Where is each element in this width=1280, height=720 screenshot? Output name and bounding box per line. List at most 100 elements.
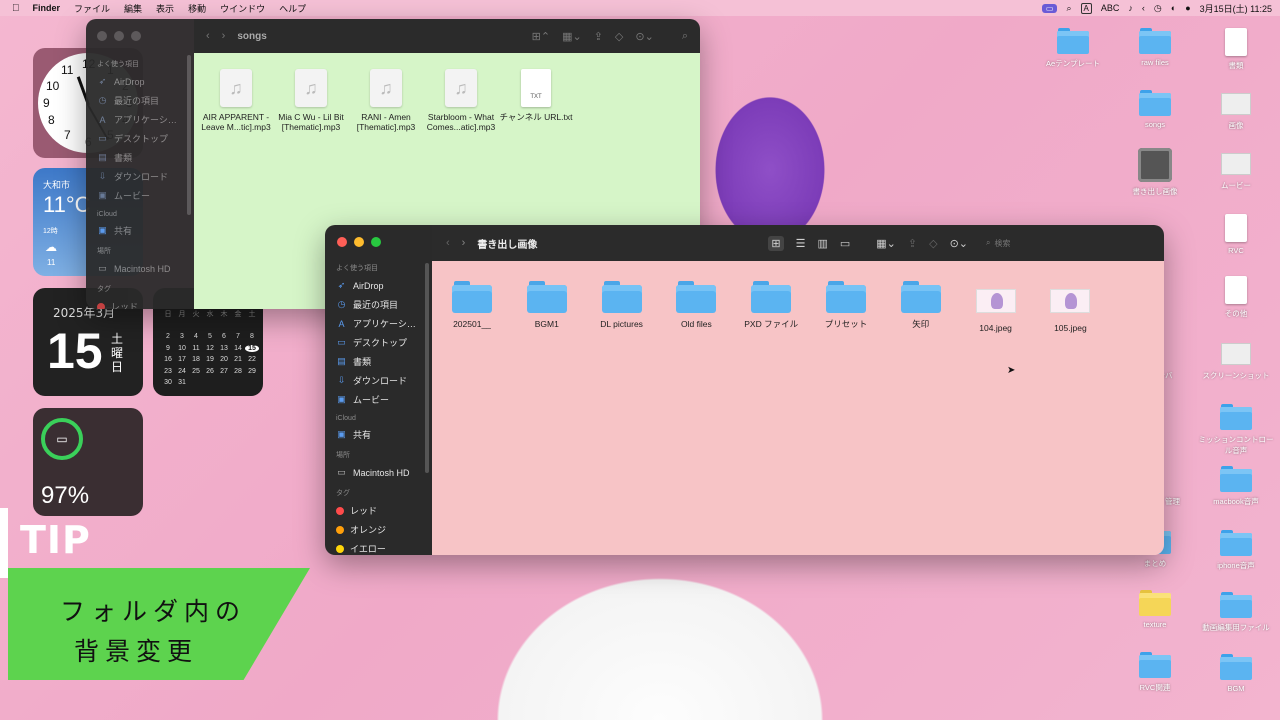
share-icon[interactable]: ⇪ [594, 30, 603, 43]
icon-view-icon[interactable]: ⊞ [768, 235, 784, 251]
sidebar-item-recents[interactable]: ◷ 最近の項目 [325, 295, 432, 314]
sidebar-item-downloads[interactable]: ⇩ ダウンロード [86, 167, 194, 186]
close-button[interactable] [337, 237, 347, 247]
sidebar-item-tag-red[interactable]: レッド [86, 297, 194, 309]
chevron-left-icon[interactable]: ‹ [1142, 3, 1145, 13]
sidebar-item-shared[interactable]: ▣ 共有 [325, 425, 432, 444]
menu-view[interactable]: 表示 [149, 2, 181, 15]
desktop-item[interactable]: 書類 [1198, 28, 1274, 71]
folder-item[interactable]: Old files [658, 281, 734, 329]
desktop-folder[interactable]: songs [1117, 90, 1193, 129]
sidebar-item-tag[interactable]: イエロー [325, 539, 432, 555]
zoom-button[interactable] [371, 237, 381, 247]
desktop-folder[interactable]: Aeテンプレート [1035, 28, 1111, 69]
forward-icon[interactable]: › [462, 237, 466, 249]
spotlight-icon[interactable]: ⌕ [1066, 3, 1071, 14]
sidebar-item-movies[interactable]: ▣ ムービー [325, 390, 432, 409]
desktop-item[interactable]: ムービー [1198, 150, 1274, 191]
column-view-icon[interactable]: ▥ [817, 237, 827, 250]
menu-clock[interactable]: 3月15日(土) 11:25 [1200, 2, 1272, 15]
desktop-item[interactable]: ミッションコントロール音声 [1198, 404, 1274, 456]
file-item[interactable]: ♫ RANI - Amen [Thematic].mp3 [348, 69, 424, 132]
tag-icon[interactable]: ◇ [615, 30, 623, 43]
more-actions-icon[interactable]: ⊙⌄ [950, 237, 968, 250]
menu-file[interactable]: ファイル [67, 2, 117, 15]
sidebar-scrollbar[interactable] [187, 55, 191, 215]
view-grid-icon[interactable]: ⊞⌃ [532, 30, 550, 43]
tag-icon[interactable]: ◇ [929, 237, 937, 250]
folder-item[interactable]: PXD ファイル [733, 281, 809, 329]
desktop-item[interactable]: macbook音声 [1198, 466, 1274, 507]
desktop-folder[interactable]: RVC関連 [1117, 652, 1193, 693]
music-icon[interactable]: ♪ [1128, 3, 1133, 13]
sidebar-item-airdrop[interactable]: ➶ AirDrop [325, 276, 432, 295]
file-area[interactable]: 202501__ BGM1 DL pictures Old files PXD ファイル… [432, 261, 1164, 555]
input-source-label[interactable]: ABC [1101, 3, 1120, 13]
desktop-folder-selected[interactable]: 書き出し画像 [1117, 148, 1193, 197]
apple-menu-icon[interactable]:  [0, 3, 26, 14]
battery-widget[interactable]: ▭ 97% [33, 408, 143, 516]
user-icon[interactable]: ● [1185, 3, 1190, 13]
desktop-item[interactable]: 画像 [1198, 90, 1274, 131]
file-item[interactable]: ♫ Starbloom - What Comes...atic].mp3 [423, 69, 499, 132]
menu-help[interactable]: ヘルプ [272, 2, 313, 15]
list-view-icon[interactable]: ☰ [796, 237, 806, 250]
forward-icon[interactable]: › [222, 30, 226, 42]
sidebar-item-documents[interactable]: ▤ 書類 [325, 352, 432, 371]
desktop-folder[interactable]: raw files [1117, 28, 1193, 67]
share-icon[interactable]: ⇪ [908, 237, 917, 250]
gallery-view-icon[interactable]: ▭ [840, 237, 850, 250]
sidebar-item-desktop[interactable]: ▭ デスクトップ [325, 333, 432, 352]
sidebar-item-downloads[interactable]: ⇩ ダウンロード [325, 371, 432, 390]
control-center-icon[interactable]: ◐ [1171, 3, 1176, 13]
folder-item[interactable]: 202501__ [434, 281, 510, 329]
sidebar-item-desktop[interactable]: ▭ デスクトップ [86, 129, 194, 148]
menu-app-name[interactable]: Finder [26, 3, 68, 13]
folder-item[interactable]: DL pictures [584, 281, 660, 329]
sidebar-item-tag[interactable]: レッド [325, 501, 432, 520]
desktop-item[interactable]: スクリーンショット [1198, 340, 1274, 381]
sidebar-item-shared[interactable]: ▣ 共有 [86, 221, 194, 240]
back-icon[interactable]: ‹ [446, 237, 450, 249]
sidebar-item-applications[interactable]: A アプリケーシ… [86, 110, 194, 129]
image-item[interactable]: 104.jpeg [958, 281, 1034, 333]
screen-record-icon[interactable]: ▭ [1041, 3, 1058, 13]
minimize-button[interactable] [114, 31, 124, 41]
sidebar-item-tag[interactable]: オレンジ [325, 520, 432, 539]
sidebar-item-recents[interactable]: ◷ 最近の項目 [86, 91, 194, 110]
desktop-item[interactable]: BGM [1198, 654, 1274, 693]
sidebar-item-documents[interactable]: ▤ 書類 [86, 148, 194, 167]
sidebar-scrollbar[interactable] [425, 263, 429, 473]
desktop-item[interactable]: 動画編集用ファイル [1198, 592, 1274, 633]
file-item[interactable]: ♫ AIR APPARENT - Leave M...tic].mp3 [198, 69, 274, 132]
sidebar-item-macintosh-hd[interactable]: ▭ Macintosh HD [86, 259, 194, 278]
group-icon[interactable]: ▦⌄ [876, 237, 896, 250]
file-item[interactable]: ♫ Mia C Wu - Lil Bit [Thematic].mp3 [273, 69, 349, 132]
sidebar-item-applications[interactable]: A アプリケーシ… [325, 314, 432, 333]
more-actions-icon[interactable]: ⊙⌄ [635, 30, 653, 43]
search-field[interactable]: ⌕ [980, 234, 1150, 252]
file-item[interactable]: TXT チャンネル URL.txt [498, 69, 574, 122]
search-input[interactable] [994, 238, 1135, 248]
sidebar-item-macintosh-hd[interactable]: ▭ Macintosh HD [325, 463, 432, 482]
desktop-item[interactable]: iphone音声 [1198, 530, 1274, 571]
image-item[interactable]: 105.jpeg [1032, 281, 1108, 333]
desktop-folder[interactable]: texture [1117, 590, 1193, 629]
input-mode-indicator[interactable]: A [1080, 2, 1092, 14]
group-icon[interactable]: ▦⌄ [562, 30, 582, 43]
sidebar-item-airdrop[interactable]: ➶ AirDrop [86, 72, 194, 91]
menu-go[interactable]: 移動 [181, 2, 213, 15]
zoom-button[interactable] [131, 31, 141, 41]
search-icon[interactable]: ⌕ [682, 30, 688, 43]
desktop-item[interactable]: RVC [1198, 214, 1274, 255]
minimize-button[interactable] [354, 237, 364, 247]
folder-item[interactable]: 矢印 [883, 281, 959, 329]
back-icon[interactable]: ‹ [206, 30, 210, 42]
sidebar-item-movies[interactable]: ▣ ムービー [86, 186, 194, 205]
close-button[interactable] [97, 31, 107, 41]
clock-icon[interactable]: ◷ [1154, 3, 1162, 14]
finder-window-export[interactable]: よく使う項目 ➶ AirDrop ◷ 最近の項目 A アプリケーシ… ▭ デスクトップ ▤ 書類 ⇩… [325, 225, 1164, 555]
menu-window[interactable]: ウインドウ [213, 2, 272, 15]
folder-item[interactable]: プリセット [808, 281, 884, 329]
menu-edit[interactable]: 編集 [117, 2, 149, 15]
